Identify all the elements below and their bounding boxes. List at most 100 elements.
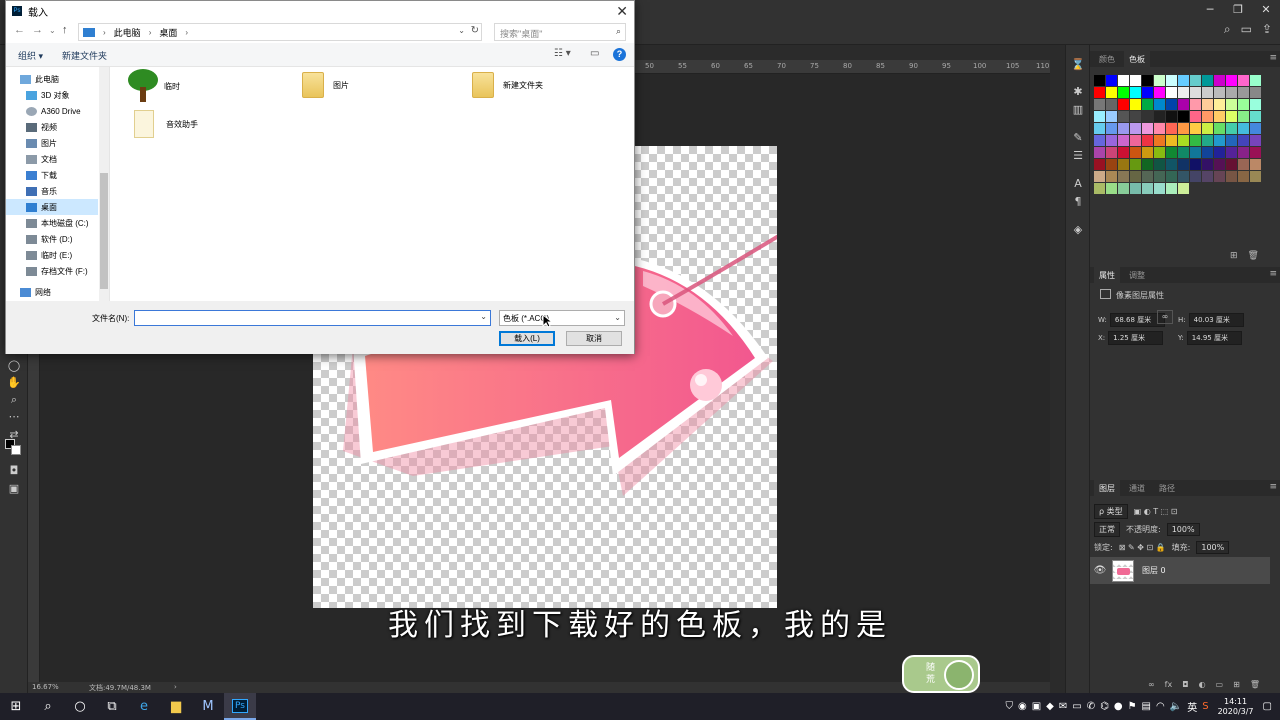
color-swatch[interactable] <box>1238 111 1249 122</box>
share-icon[interactable]: ⇪ <box>1262 22 1272 37</box>
color-swatch[interactable] <box>1154 75 1165 86</box>
dialog-titlebar[interactable]: Ps 载入 ✕ <box>6 1 634 21</box>
color-swatch[interactable] <box>1130 183 1141 194</box>
tray-app-icon[interactable]: ▣ <box>1032 701 1041 712</box>
color-swatch[interactable] <box>1166 99 1177 110</box>
file-item[interactable]: 图片 <box>302 72 349 98</box>
color-swatch[interactable] <box>1190 123 1201 134</box>
color-swatch[interactable] <box>1238 75 1249 86</box>
layer-name[interactable]: 图层 0 <box>1142 565 1166 576</box>
tray-app-icon[interactable]: ⚑ <box>1128 701 1137 712</box>
color-swatch[interactable] <box>1094 159 1105 170</box>
filter-icons[interactable]: ▣ ◐ T ⬚ ⊡ <box>1134 507 1178 516</box>
tab-properties[interactable]: 属性 <box>1094 267 1120 283</box>
color-swatch[interactable] <box>1142 111 1153 122</box>
wechat-icon[interactable]: ✆ <box>1087 701 1095 712</box>
color-swatch[interactable] <box>1106 111 1117 122</box>
color-swatch[interactable] <box>1214 147 1225 158</box>
color-swatch[interactable] <box>1106 135 1117 146</box>
tray-app-icon[interactable]: ● <box>1114 701 1123 712</box>
color-swatch[interactable] <box>1094 87 1105 98</box>
color-swatch[interactable] <box>1214 111 1225 122</box>
cancel-button[interactable]: 取消 <box>566 331 622 346</box>
color-swatch[interactable] <box>1166 159 1177 170</box>
color-swatch[interactable] <box>1238 99 1249 110</box>
color-swatch[interactable] <box>1178 135 1189 146</box>
color-swatch[interactable] <box>1226 147 1237 158</box>
file-item[interactable]: 新建文件夹 <box>472 72 543 98</box>
lock-icons[interactable]: ⊠ ✎ ✥ ⊡ 🔒 <box>1119 543 1166 552</box>
zoom-level[interactable]: 16.67% <box>32 683 59 691</box>
zoom-tool-icon[interactable]: ⌕ <box>4 392 24 408</box>
link-layers-icon[interactable]: ∞ <box>1148 680 1155 689</box>
color-swatch[interactable] <box>1214 135 1225 146</box>
color-swatch[interactable] <box>1106 183 1117 194</box>
opacity-field[interactable]: 100% <box>1166 523 1200 536</box>
color-swatch[interactable] <box>1250 135 1261 146</box>
color-swatch[interactable] <box>1118 135 1129 146</box>
color-swatch[interactable] <box>1118 183 1129 194</box>
edge-icon[interactable]: e <box>128 693 160 720</box>
libraries-icon[interactable]: ▥ <box>1070 103 1086 119</box>
color-swatch[interactable] <box>1202 159 1213 170</box>
task-view-icon[interactable]: ⧉ <box>96 693 128 720</box>
chevron-down-icon[interactable]: ⌄ <box>480 312 487 321</box>
color-swatch[interactable] <box>1214 87 1225 98</box>
file-explorer-icon[interactable]: ▆ <box>160 693 192 720</box>
color-swatch[interactable] <box>1250 111 1261 122</box>
color-swatch[interactable] <box>1178 123 1189 134</box>
color-swatch[interactable] <box>1130 87 1141 98</box>
color-swatch[interactable] <box>1250 171 1261 182</box>
x-field[interactable]: 1.25 厘米 <box>1108 331 1164 345</box>
fx-icon[interactable]: fx <box>1165 680 1173 689</box>
wifi-icon[interactable]: ◠ <box>1156 701 1165 712</box>
color-swatch[interactable] <box>1214 99 1225 110</box>
color-swatch[interactable] <box>1178 99 1189 110</box>
sogou-icon[interactable]: S <box>1202 701 1208 712</box>
color-swatch[interactable] <box>1130 99 1141 110</box>
cortana-icon[interactable]: ○ <box>64 693 96 720</box>
panel-menu-icon[interactable]: ≡ <box>1269 482 1277 492</box>
trash-icon[interactable]: 🗑 <box>1250 680 1260 689</box>
color-swatch[interactable] <box>1202 111 1213 122</box>
tab-channels[interactable]: 通道 <box>1124 480 1150 496</box>
settings-sliders-icon[interactable]: ☰ <box>1070 149 1086 165</box>
view-options-icon[interactable]: ☷ ▾ <box>554 48 571 59</box>
nav-item-downloads[interactable]: 下载 <box>6 167 98 183</box>
color-swatch[interactable] <box>1118 171 1129 182</box>
color-swatch[interactable] <box>1106 75 1117 86</box>
color-swatch[interactable] <box>1250 159 1261 170</box>
color-swatch[interactable] <box>1190 99 1201 110</box>
color-swatch[interactable] <box>1154 87 1165 98</box>
search-icon[interactable]: ⌕ <box>32 693 64 720</box>
filename-input[interactable]: ⌄ <box>134 310 491 326</box>
color-swatch[interactable] <box>1202 87 1213 98</box>
breadcrumb-item[interactable]: 桌面 <box>159 26 177 39</box>
new-swatch-icon[interactable]: ⊞ <box>1230 251 1238 261</box>
history-icon[interactable]: ⌛ <box>1070 58 1086 74</box>
color-swatch[interactable] <box>1226 159 1237 170</box>
color-swatch[interactable] <box>1202 123 1213 134</box>
group-icon[interactable]: ▭ <box>1216 680 1224 689</box>
color-swatch[interactable] <box>1178 147 1189 158</box>
address-bar[interactable]: › 此电脑 › 桌面 › ⌄ ↻ <box>78 23 482 41</box>
color-swatch[interactable] <box>1154 111 1165 122</box>
network-icon[interactable]: ⌬ <box>1100 701 1109 712</box>
color-swatch[interactable] <box>1130 111 1141 122</box>
color-swatch[interactable] <box>1202 171 1213 182</box>
adjust-icon[interactable]: ✱ <box>1070 85 1086 101</box>
color-swatch[interactable] <box>1094 183 1105 194</box>
color-swatch[interactable] <box>1118 99 1129 110</box>
color-swatch[interactable] <box>1094 123 1105 134</box>
color-swatch[interactable] <box>1118 75 1129 86</box>
close-icon[interactable]: ✕ <box>1252 0 1280 18</box>
status-arrow-icon[interactable]: › <box>174 683 177 691</box>
color-swatch[interactable] <box>1250 147 1261 158</box>
color-swatch[interactable] <box>1202 147 1213 158</box>
close-icon[interactable]: ✕ <box>616 3 628 20</box>
color-swatch[interactable] <box>1106 87 1117 98</box>
color-swatch[interactable] <box>1154 159 1165 170</box>
tab-color[interactable]: 颜色 <box>1094 51 1120 67</box>
ellipse-tool-icon[interactable]: ◯ <box>4 358 24 374</box>
layer-filter-dropdown[interactable]: ρ 类型 <box>1094 504 1128 519</box>
